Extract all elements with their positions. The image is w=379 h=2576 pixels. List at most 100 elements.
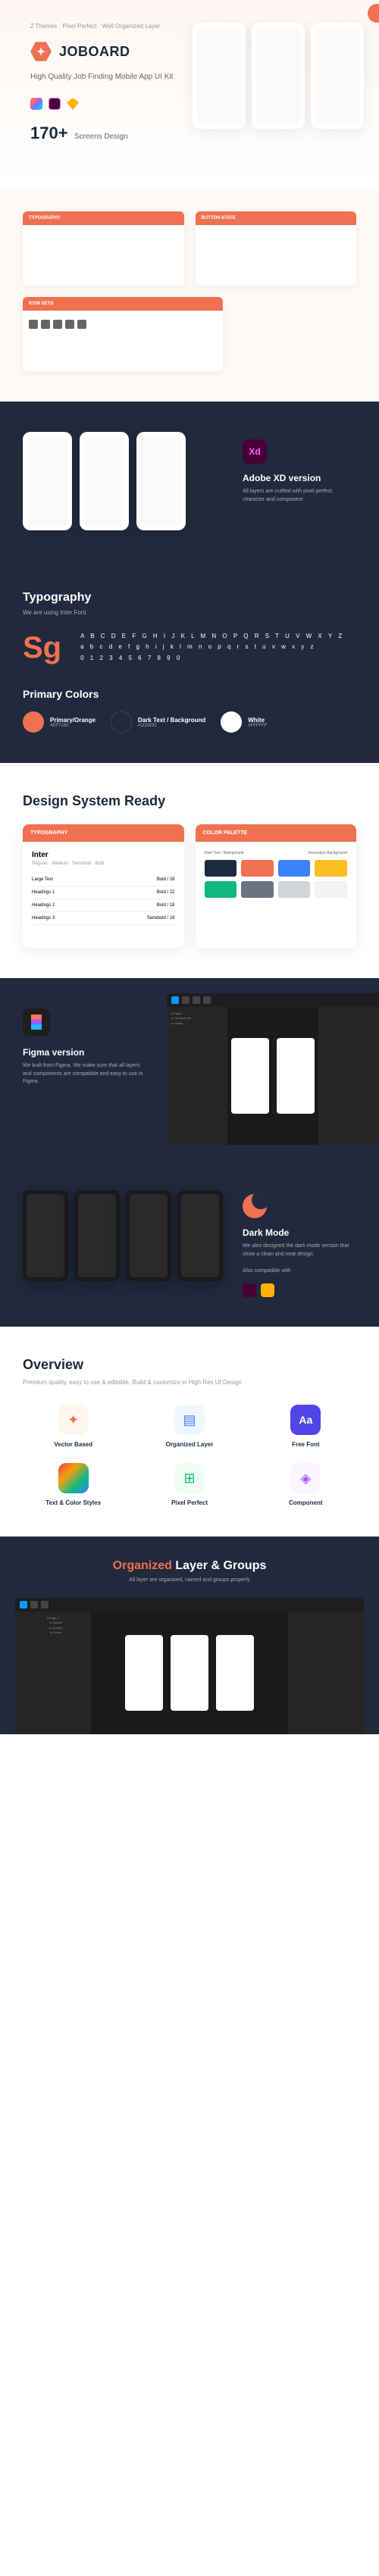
figma-artboard — [125, 1635, 163, 1711]
phone-mockup — [80, 432, 129, 530]
alphabet-lower: a b c d e f g h i j k l m n o p q r s t … — [80, 642, 344, 652]
design-system-section: Design System Ready TYPOGRAPHY Inter Reg… — [0, 763, 379, 978]
color-name: Dark Text / Background — [138, 717, 205, 724]
figma-properties-panel — [318, 1007, 379, 1145]
hero-section: 2 Themes · Pixel Perfect · Well Organize… — [0, 0, 379, 189]
palette-swatch — [315, 860, 347, 877]
figma-screenshot: ▸ Pages▸ Components▸ Assets — [167, 993, 379, 1145]
type-row: Headings 1Bold / 22 — [32, 886, 175, 899]
palette-swatch — [241, 881, 274, 898]
overview-subtitle: Premium quality, easy to use & editable.… — [23, 1379, 356, 1386]
xd-title: Adobe XD version — [243, 473, 356, 483]
stat-number: 170+ — [30, 123, 68, 142]
styles-icon — [58, 1463, 89, 1493]
color-chip-white: White#FFFFFF — [221, 711, 267, 733]
moon-icon — [243, 1194, 267, 1218]
ds-palette-card: COLOR PALETTE Dark Text / Background Sec… — [196, 824, 357, 948]
phone-mockup — [252, 23, 305, 129]
color-hex: #1D293C — [138, 724, 205, 728]
palette-swatch — [205, 881, 237, 898]
figma-title: Figma version — [23, 1047, 144, 1058]
color-name: Primary/Orange — [50, 717, 96, 724]
color-chip-dark: Dark Text / Background#1D293C — [111, 711, 205, 733]
figma-tool-icon — [193, 996, 200, 1004]
dark-desc: We also designed the dark mode version t… — [243, 1243, 356, 1258]
typography-subtitle: We are using Inter Font — [23, 609, 356, 616]
accent-circle — [368, 4, 379, 23]
figma-canvas — [91, 1612, 288, 1734]
icon-sets-card: ICON SETS — [23, 297, 223, 371]
palette-swatch — [315, 881, 347, 898]
features-grid: ✦Vector Based ▤Organized Layer AaFree Fo… — [23, 1405, 356, 1506]
feature-item: ✦Vector Based — [23, 1405, 124, 1448]
xd-info: Xd Adobe XD version All layers are craft… — [243, 439, 356, 504]
palette-swatch — [278, 860, 311, 877]
phone-mockup — [136, 432, 186, 530]
xd-desc: All layers are crafted with pixel perfec… — [243, 488, 356, 504]
figma-toolbar — [167, 993, 379, 1007]
sketch-icon — [67, 98, 79, 110]
dark-info: Dark Mode We also designed the dark mode… — [243, 1194, 356, 1297]
font-name: Inter — [32, 851, 175, 859]
dark-phone-mockup — [126, 1190, 171, 1281]
xd-icon — [49, 98, 61, 110]
alphabet-upper: A B C D E F G H I J K L M N O P Q R S T … — [80, 631, 344, 642]
dark-phone-mockup — [177, 1190, 223, 1281]
button-state-card: BUTTON STATE — [196, 211, 357, 286]
figma-properties-panel — [288, 1612, 364, 1734]
font-weights: Regular · Medium · Semibold · Bold — [32, 861, 175, 866]
sketch-icon — [261, 1283, 274, 1297]
figma-artboard — [277, 1038, 315, 1114]
type-specimen: Sg — [23, 631, 61, 665]
xd-icon — [243, 1283, 256, 1297]
card-header: TYPOGRAPHY — [23, 824, 184, 842]
typography-title: Typography — [23, 591, 356, 605]
type-row: Large TextBold / 28 — [32, 874, 175, 886]
vector-icon: ✦ — [58, 1405, 89, 1435]
dark-phone-mockup — [74, 1190, 120, 1281]
xd-badge-icon: Xd — [243, 439, 267, 464]
figma-artboard — [216, 1635, 254, 1711]
figma-badge-icon — [23, 1008, 50, 1036]
logo-hex-icon: ✦ — [30, 41, 52, 62]
feature-item: ◈Component — [255, 1463, 356, 1506]
color-hex: #FFFFFF — [248, 724, 267, 728]
colors-title: Primary Colors — [23, 688, 356, 700]
feature-item: ▤Organized Layer — [139, 1405, 240, 1448]
brand-name: JOBOARD — [59, 44, 130, 60]
card-header: BUTTON STATE — [196, 211, 357, 225]
figma-tool-icon — [171, 996, 179, 1004]
dark-phone-mockup — [23, 1190, 68, 1281]
alphabet-numbers: 0 1 2 3 4 5 6 7 8 9 0 — [80, 653, 344, 664]
ds-typography-card: TYPOGRAPHY Inter Regular · Medium · Semi… — [23, 824, 184, 948]
figma-info: Figma version We built from Figma. We ma… — [23, 1008, 144, 1086]
figma-tool-icon — [30, 1601, 38, 1608]
figma-toolbar — [15, 1598, 364, 1612]
overview-title: Overview — [23, 1357, 356, 1373]
figma-artboard — [171, 1635, 208, 1711]
phone-mockup — [311, 23, 364, 129]
phone-mockup — [23, 432, 72, 530]
figma-tool-icon — [20, 1601, 27, 1608]
card-header: ICON SETS — [23, 297, 223, 311]
compat-icons — [243, 1283, 356, 1297]
feature-item: ⊞Pixel Perfect — [139, 1463, 240, 1506]
figma-tool-icon — [203, 996, 211, 1004]
font-icon: Aa — [290, 1405, 321, 1435]
figma-artboard — [231, 1038, 269, 1114]
figma-canvas — [227, 1007, 318, 1145]
figma-layers-panel: ▸ Pages▸ Components▸ Assets — [167, 1007, 227, 1145]
typography-card: TYPOGRAPHY — [23, 211, 184, 286]
color-name: White — [248, 717, 267, 724]
dark-mode-section: Dark Mode We also designed the dark mode… — [0, 1160, 379, 1327]
organized-subtitle: All layer are organized, named and group… — [15, 1577, 364, 1583]
palette-swatch — [205, 860, 237, 877]
figma-desc: We built from Figma. We make sure that a… — [23, 1062, 144, 1086]
color-chips: Primary/Orange#EF7150 Dark Text / Backgr… — [23, 711, 356, 733]
xd-section: Xd Adobe XD version All layers are craft… — [0, 402, 379, 561]
alphabet-display: A B C D E F G H I J K L M N O P Q R S T … — [80, 631, 344, 664]
swatch-circle — [23, 711, 44, 733]
style-guide-section: TYPOGRAPHY BUTTON STATE ICON SETS — [0, 189, 379, 402]
swatch-circle — [221, 711, 242, 733]
feature-item: Text & Color Styles — [23, 1463, 124, 1506]
